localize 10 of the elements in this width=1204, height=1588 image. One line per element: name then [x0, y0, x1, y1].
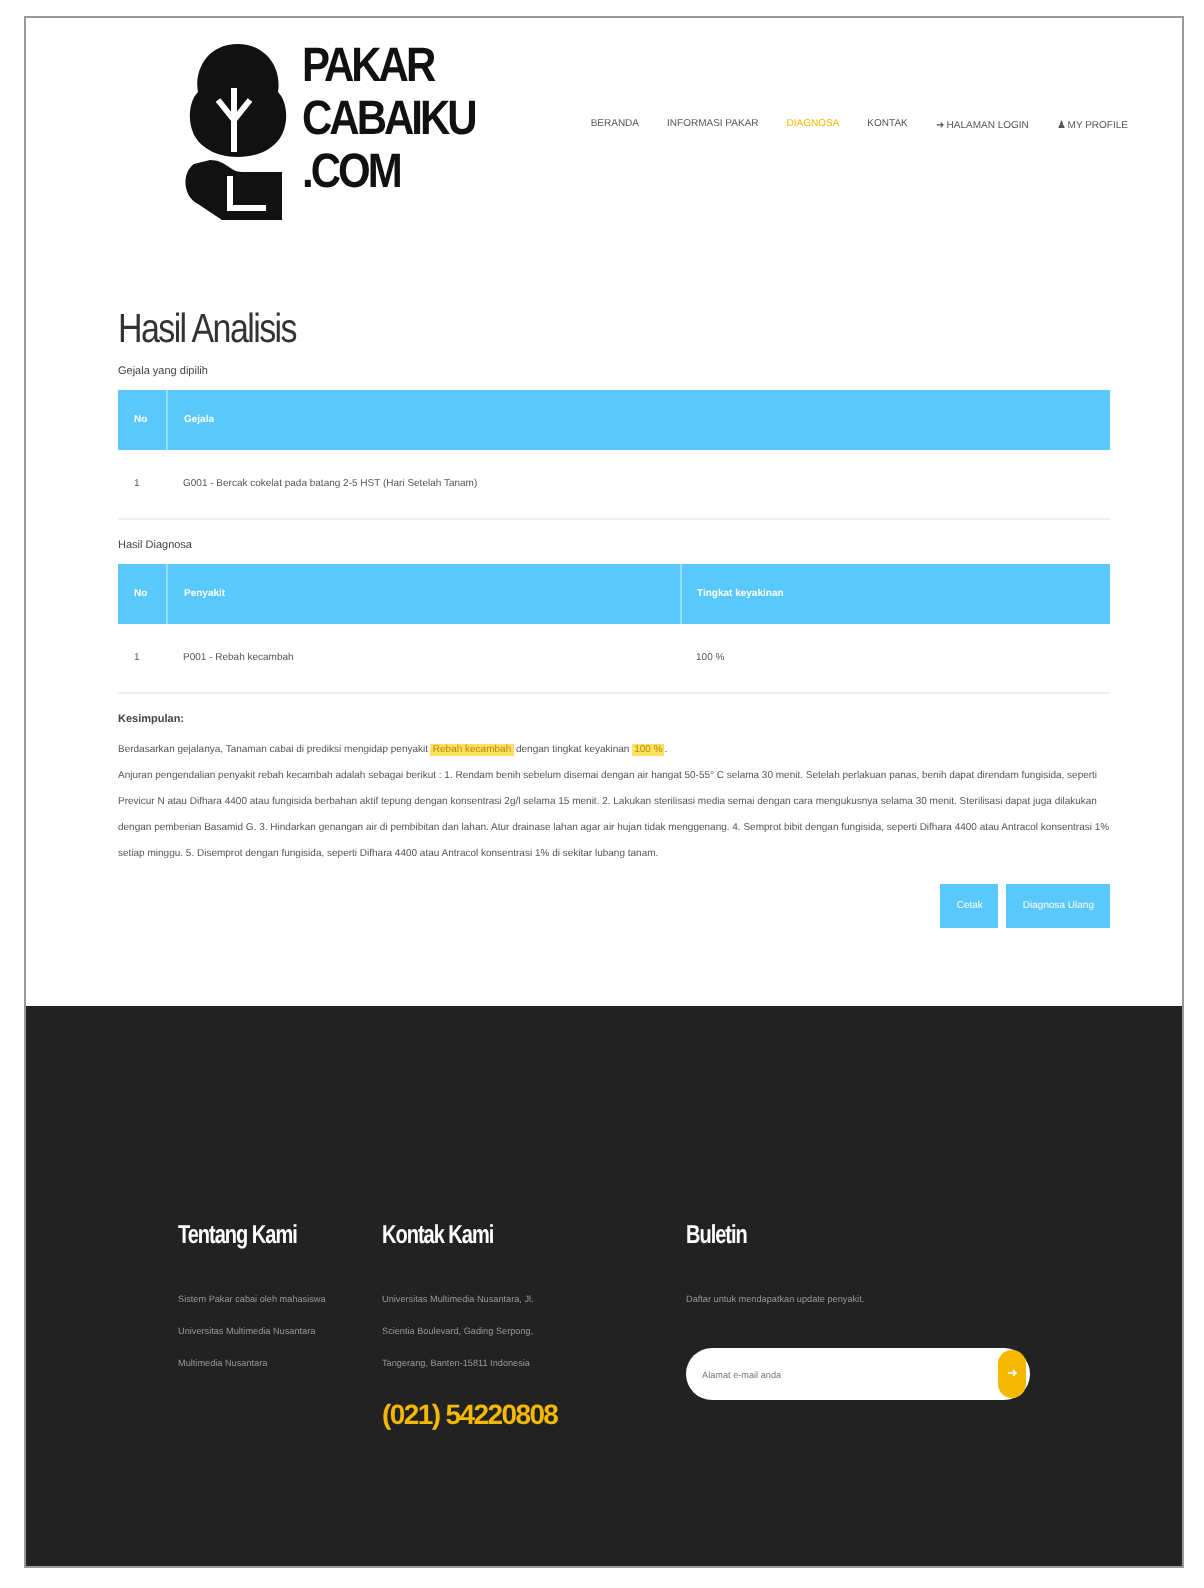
- subscribe-button[interactable]: [998, 1350, 1026, 1398]
- logo-text: CABAIKU: [302, 92, 475, 146]
- footer-heading: Kontak Kami: [382, 1222, 496, 1251]
- footer-heading: Buletin: [686, 1222, 749, 1251]
- logo-text: PAKAR: [302, 40, 437, 93]
- phone-number: (021) 54220808: [382, 1396, 560, 1432]
- logo-text: .COM: [302, 145, 402, 199]
- footer-heading: Tentang Kami: [178, 1222, 299, 1251]
- arrow-icon: [1007, 1367, 1017, 1377]
- page-title: Hasil Analisis: [118, 306, 296, 354]
